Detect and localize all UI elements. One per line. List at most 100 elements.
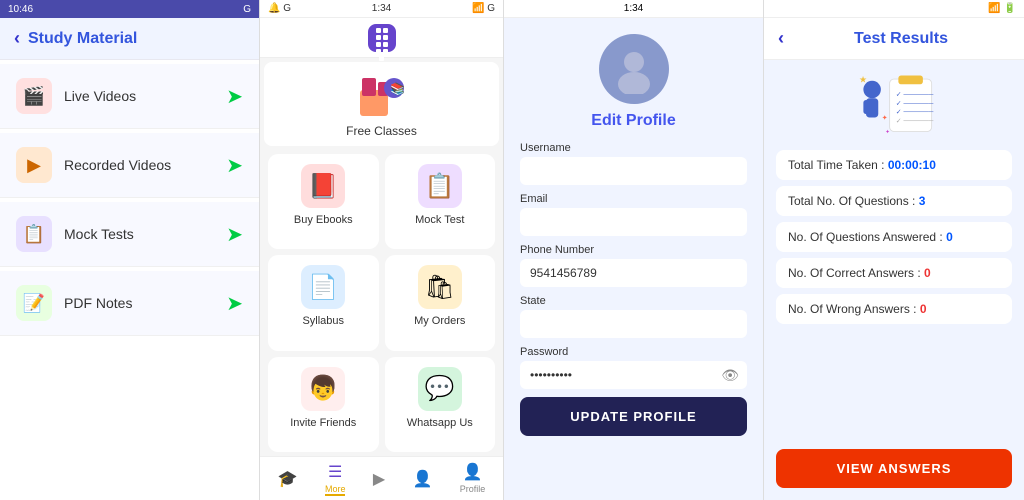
status-icons-4: 📶 🔋 [988, 3, 1016, 14]
form-group-state: State [520, 295, 747, 338]
results-list: Total Time Taken : 00:00:10 Total No. Of … [764, 150, 1024, 445]
form-group-password: Password 👁 [520, 346, 747, 389]
live-videos-arrow: ➤ [226, 84, 243, 109]
results-illustration: ✓ ────── ✓ ────── ✓ ────── ✓ ────── ★ ✦ … [764, 60, 1024, 150]
svg-text:✓ ──────: ✓ ────── [896, 100, 934, 107]
menu-list: 🎬 Live Videos ➤ ▶ Recorded Videos ➤ 📋 Mo… [0, 60, 259, 340]
svg-text:✓ ──────: ✓ ────── [896, 109, 934, 116]
panel4-title: Test Results [792, 30, 1010, 48]
eye-icon[interactable]: 👁 [721, 367, 739, 384]
avatar [599, 34, 669, 104]
status-time-1: 10:46 [8, 4, 33, 15]
svg-text:★: ★ [859, 75, 867, 85]
mock-tests-icon: 📋 [16, 216, 52, 252]
input-wrapper-password: 👁 [520, 361, 747, 389]
avatar-section [504, 18, 763, 112]
nav-video[interactable]: ▶ [373, 469, 385, 489]
svg-text:✦: ✦ [885, 129, 889, 135]
menu-item-recorded-videos[interactable]: ▶ Recorded Videos ➤ [0, 133, 259, 198]
result-label-total-questions: Total No. Of Questions : [788, 194, 919, 208]
app-item-invite-friends[interactable]: 👦 Invite Friends [268, 357, 379, 452]
app-grid-panel: 🔔 G 1:34 📶 G 📚 Free Classes 📕 Buy Ebooks [260, 0, 504, 500]
svg-text:✓ ──────: ✓ ────── [896, 118, 934, 125]
profile-label: Profile [460, 484, 486, 496]
panel4-status: 📶 🔋 [764, 0, 1024, 18]
panel3-status-time: 1:34 [624, 3, 643, 14]
result-row-answered: No. Of Questions Answered : 0 [776, 222, 1012, 252]
result-row-time-taken: Total Time Taken : 00:00:10 [776, 150, 1012, 180]
label-username: Username [520, 142, 747, 154]
grid-app-icon[interactable] [368, 24, 396, 52]
mock-tests-arrow: ➤ [226, 222, 243, 247]
panel1-header: ‹ Study Material [0, 18, 259, 60]
menu-item-live-videos[interactable]: 🎬 Live Videos ➤ [0, 64, 259, 129]
mock-test-app-icon: 📋 [418, 164, 462, 208]
update-profile-button[interactable]: UPDATE PROFILE [520, 397, 747, 436]
menu-item-pdf-notes[interactable]: 📝 PDF Notes ➤ [0, 271, 259, 336]
app-item-my-orders[interactable]: 🛍 My Orders [385, 255, 496, 350]
input-username[interactable] [520, 157, 747, 185]
svg-text:✓ ──────: ✓ ────── [896, 92, 934, 99]
free-classes-section[interactable]: 📚 Free Classes [264, 62, 499, 146]
home-icon: 🎓 [278, 469, 298, 489]
recorded-videos-arrow: ➤ [226, 153, 243, 178]
syllabus-app-icon: 📄 [301, 265, 345, 309]
result-value-time-taken: 00:00:10 [888, 158, 936, 172]
status-icons-right: 📶 G [472, 3, 495, 14]
nav-more-label: More [325, 484, 346, 496]
svg-text:📚: 📚 [390, 82, 405, 96]
app-item-mock-test[interactable]: 📋 Mock Test [385, 154, 496, 249]
recorded-videos-label: Recorded Videos [64, 157, 226, 173]
app-item-whatsapp-us[interactable]: 💬 Whatsapp Us [385, 357, 496, 452]
label-email: Email [520, 193, 747, 205]
nav-profile-2[interactable]: 👤 [413, 469, 433, 489]
app-grid: 📕 Buy Ebooks 📋 Mock Test 📄 Syllabus 🛍 My… [260, 150, 503, 456]
status-icons-1: G [243, 4, 251, 15]
recorded-videos-icon: ▶ [16, 147, 52, 183]
panel4-header: ‹ Test Results [764, 18, 1024, 60]
mock-test-app-label: Mock Test [415, 214, 464, 226]
form-group-email: Email [520, 193, 747, 236]
result-value-total-questions: 3 [919, 194, 926, 208]
result-row-total-questions: Total No. Of Questions : 3 [776, 186, 1012, 216]
label-password: Password [520, 346, 747, 358]
result-label-correct: No. Of Correct Answers : [788, 266, 924, 280]
input-email[interactable] [520, 208, 747, 236]
status-bar-1: 10:46 G [0, 0, 259, 18]
result-label-wrong: No. Of Wrong Answers : [788, 302, 920, 316]
back-button-4[interactable]: ‹ [778, 28, 784, 49]
profile-icon-label: 👤 [463, 462, 483, 482]
menu-item-mock-tests[interactable]: 📋 Mock Tests ➤ [0, 202, 259, 267]
app-item-buy-ebooks[interactable]: 📕 Buy Ebooks [268, 154, 379, 249]
input-state[interactable] [520, 310, 747, 338]
label-state: State [520, 295, 747, 307]
form-group-phone: Phone Number [520, 244, 747, 287]
free-classes-image: 📚 [352, 70, 412, 120]
input-password[interactable] [520, 361, 747, 389]
nav-profile-label[interactable]: 👤 Profile [460, 462, 486, 496]
input-phone[interactable] [520, 259, 747, 287]
test-results-panel: 📶 🔋 ‹ Test Results ✓ ────── ✓ ────── ✓ ─… [764, 0, 1024, 500]
nav-home[interactable]: 🎓 [278, 469, 298, 489]
my-orders-app-label: My Orders [414, 315, 465, 327]
form-group-username: Username [520, 142, 747, 185]
edit-profile-title: Edit Profile [504, 112, 763, 130]
view-answers-button[interactable]: VIEW ANSWERS [776, 449, 1012, 488]
whatsapp-us-app-label: Whatsapp Us [407, 417, 473, 429]
panel2-bottombar: 🎓 ☰ More ▶ 👤 👤 Profile [260, 456, 503, 500]
result-label-answered: No. Of Questions Answered : [788, 230, 946, 244]
live-videos-label: Live Videos [64, 88, 226, 104]
result-value-answered: 0 [946, 230, 953, 244]
syllabus-app-label: Syllabus [302, 315, 344, 327]
result-row-wrong: No. Of Wrong Answers : 0 [776, 294, 1012, 324]
panel2-topbar [260, 18, 503, 58]
pdf-notes-label: PDF Notes [64, 295, 226, 311]
back-button-1[interactable]: ‹ [14, 28, 20, 49]
live-videos-icon: 🎬 [16, 78, 52, 114]
whatsapp-us-app-icon: 💬 [418, 367, 462, 411]
invite-friends-app-icon: 👦 [301, 367, 345, 411]
app-item-syllabus[interactable]: 📄 Syllabus [268, 255, 379, 350]
edit-profile-panel: 1:34 Edit Profile Username Email Phone N… [504, 0, 764, 500]
buy-ebooks-app-label: Buy Ebooks [294, 214, 353, 226]
nav-more[interactable]: ☰ More [325, 462, 346, 496]
